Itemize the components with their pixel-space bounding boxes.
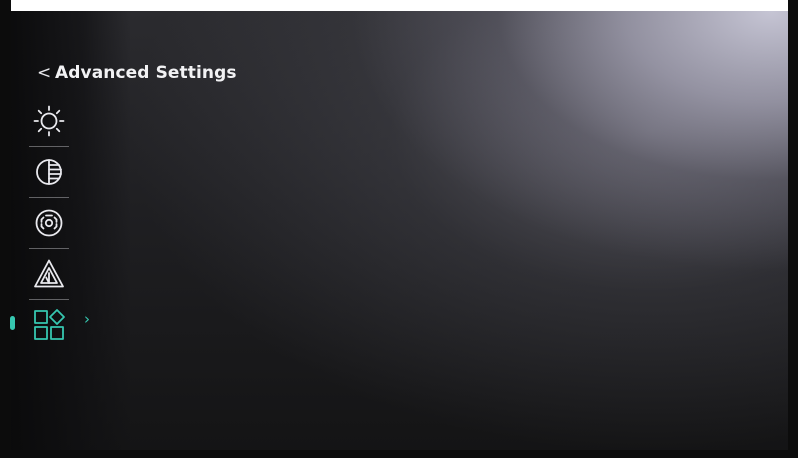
chevron-right-icon[interactable]: › <box>84 312 90 327</box>
brightness-sun-icon <box>33 105 65 137</box>
settings-side-menu <box>28 96 72 350</box>
menu-item-sharpness[interactable] <box>28 198 70 248</box>
active-item-indicator <box>10 316 15 330</box>
back-navigation[interactable]: < Advanced Settings <box>37 60 237 86</box>
right-screen-bezel <box>788 0 798 458</box>
apps-grid-diamond-icon <box>34 309 65 340</box>
page-title: Advanced Settings <box>55 63 237 83</box>
sharpness-focus-icon <box>35 209 63 237</box>
warning-triangle-icon <box>34 259 64 288</box>
menu-item-brightness[interactable] <box>28 96 70 146</box>
menu-item-warning[interactable] <box>28 249 70 299</box>
menu-item-contrast[interactable] <box>28 147 70 197</box>
bottom-screen-bezel <box>0 450 798 458</box>
left-screen-bezel <box>0 0 11 458</box>
chevron-left-icon[interactable]: < <box>37 64 51 82</box>
menu-item-more-active[interactable] <box>28 300 70 350</box>
contrast-half-circle-icon <box>36 159 62 185</box>
